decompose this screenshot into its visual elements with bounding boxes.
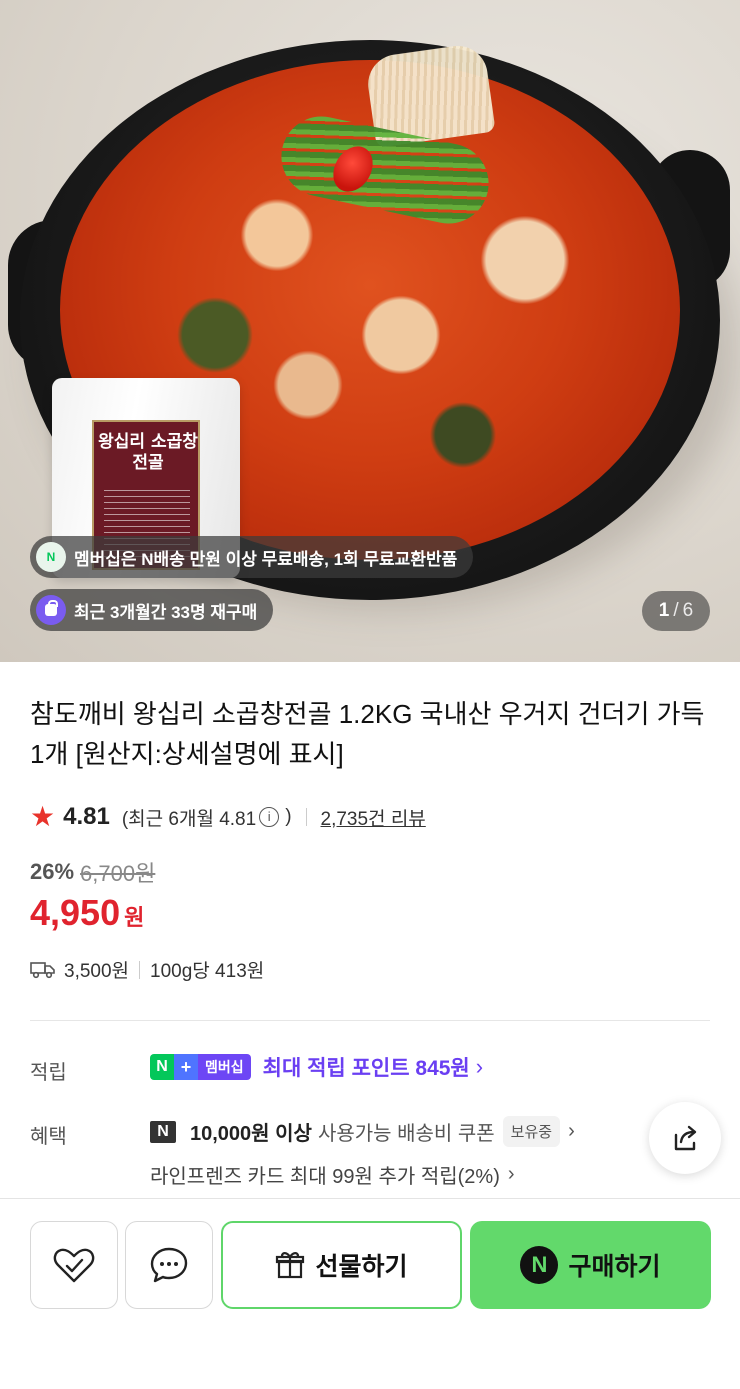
section-divider: [30, 1020, 710, 1021]
chat-icon: [150, 1247, 188, 1283]
badge-membership: 멤버십: [198, 1054, 251, 1080]
discount-row: 26% 6,700원: [30, 856, 155, 888]
point-row[interactable]: N + 멤버십 최대 적립 포인트 845원 ›: [150, 1052, 483, 1082]
product-image-carousel[interactable]: 왕십리 소곱창전골 N 멤버십은 N배송 만원 이상 무료배송, 1회 무료교환…: [0, 0, 740, 662]
sale-price-value: 4,950: [30, 892, 121, 933]
discount-rate: 26%: [30, 859, 75, 884]
share-icon: [674, 1125, 697, 1151]
package-title: 왕십리 소곱창전골: [98, 432, 198, 474]
chevron-right-icon: ›: [568, 1120, 575, 1142]
naver-plus-membership-badge: N + 멤버십: [150, 1054, 251, 1080]
share-button[interactable]: [649, 1102, 721, 1174]
recent-rating-text: (최근 6개월 4.81: [121, 808, 257, 830]
card-benefit-row[interactable]: 라인프렌즈 카드 최대 99원 추가 적립(2%) ›: [150, 1160, 515, 1189]
coupon-threshold: 10,000원 이상: [190, 1123, 312, 1145]
image-counter: 1 / 6: [642, 591, 710, 631]
gift-button[interactable]: 선물하기: [221, 1221, 462, 1309]
coupon-row[interactable]: N 10,000원 이상 사용가능 배송비 쿠폰 보유중 ›: [150, 1116, 575, 1147]
star-icon: ★: [30, 801, 56, 832]
shipping-fee: 3,500원: [64, 961, 130, 982]
truck-icon: [30, 961, 55, 978]
original-price: 6,700원: [80, 861, 156, 886]
unit-price: 100g당 413원: [150, 961, 265, 982]
buy-button[interactable]: N 구매하기: [470, 1221, 711, 1309]
currency-unit: 원: [124, 905, 145, 930]
heart-check-icon: [53, 1248, 95, 1283]
wishlist-button[interactable]: [30, 1221, 118, 1309]
sale-price: 4,950 원: [30, 892, 144, 934]
review-count-link[interactable]: 2,735건 리뷰: [321, 804, 426, 831]
gift-icon: [276, 1252, 305, 1279]
chevron-right-icon: ›: [475, 1054, 484, 1079]
point-label: 적립: [30, 1062, 67, 1084]
talk-button[interactable]: [125, 1221, 213, 1309]
buy-button-label: 구매하기: [568, 1253, 661, 1281]
naver-n-icon: N: [150, 1120, 176, 1143]
shipping-row: 3,500원 100g당 413원: [30, 956, 264, 983]
image-counter-total: 6: [682, 600, 694, 621]
naver-n-icon: N: [36, 542, 66, 572]
image-counter-current: 1: [658, 600, 670, 621]
image-counter-separator: /: [673, 600, 679, 621]
info-icon[interactable]: i: [259, 807, 280, 827]
membership-chip-text: 멤버십은 N배송 만원 이상 무료배송, 1회 무료교환반품: [74, 549, 458, 569]
rating-row: ★ 4.81 (최근 6개월 4.81 i ) 2,735건 리뷰: [30, 800, 426, 834]
gift-button-label: 선물하기: [315, 1253, 408, 1281]
chevron-right-icon: ›: [507, 1163, 515, 1185]
badge-plus: +: [174, 1054, 198, 1080]
membership-chip[interactable]: N 멤버십은 N배송 만원 이상 무료배송, 1회 무료교환반품: [30, 536, 474, 578]
naver-n-icon: N: [520, 1246, 559, 1284]
divider: [139, 960, 141, 979]
repurchase-chip[interactable]: 최근 3개월간 33명 재구매: [30, 589, 274, 631]
coupon-status-badge: 보유중: [502, 1116, 561, 1147]
recent-rating-close: ): [285, 806, 292, 827]
bag-icon: [36, 595, 66, 625]
max-point-text: 최대 적립 포인트 845원: [262, 1057, 470, 1080]
card-benefit-text: 라인프렌즈 카드 최대 99원 추가 적립(2%): [150, 1166, 500, 1188]
product-title: 참도깨비 왕십리 소곱창전골 1.2KG 국내산 우거지 건더기 가득 1개 […: [30, 699, 705, 769]
divider: [305, 808, 307, 826]
repurchase-chip-text: 최근 3개월간 33명 재구매: [74, 602, 258, 622]
bottom-action-bar: 선물하기 N 구매하기: [0, 1198, 740, 1389]
coupon-description: 사용가능 배송비 쿠폰: [317, 1123, 495, 1145]
badge-n: N: [150, 1054, 174, 1080]
rating-score: 4.81: [63, 803, 110, 830]
benefit-label: 혜택: [30, 1126, 67, 1148]
